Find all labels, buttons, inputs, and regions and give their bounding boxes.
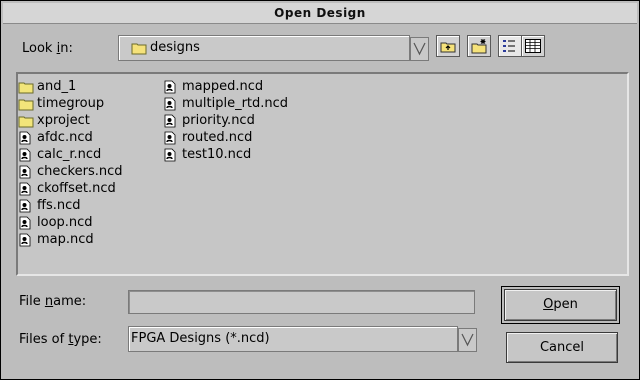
details-view-icon (525, 39, 541, 53)
chevron-down-icon (413, 42, 426, 56)
new-folder-icon (471, 39, 487, 54)
list-view-button[interactable] (498, 35, 522, 57)
open-label: pen (553, 297, 578, 312)
list-view-icon (503, 40, 515, 52)
design-file-icon (18, 165, 34, 179)
file-item-label: mapped.ncd (182, 79, 264, 94)
look-in-label: Look in: (22, 41, 73, 56)
folder-icon (18, 80, 34, 94)
file-item-label: test10.ncd (182, 147, 252, 162)
file-list-column-1: and_1 timegroup xproject afdc.ncd calc_r.ncd… (18, 78, 122, 248)
up-one-level-icon (440, 42, 456, 53)
open-mnemonic: O (543, 297, 554, 312)
file-item[interactable]: mapped.ncd (163, 78, 288, 95)
file-item[interactable]: afdc.ncd (18, 129, 122, 146)
file-type-value: FPGA Designs (*.ncd) (131, 331, 270, 346)
file-item[interactable]: routed.ncd (163, 129, 288, 146)
file-name-label-part: ame: (53, 294, 87, 309)
open-button[interactable]: Open (501, 286, 620, 324)
chevron-down-icon (461, 333, 474, 347)
file-item-label: ckoffset.ncd (37, 181, 116, 196)
file-item-label: and_1 (37, 79, 77, 94)
file-item-label: afdc.ncd (37, 130, 93, 145)
design-file-icon (18, 233, 34, 247)
file-item-label: multiple_rtd.ncd (182, 96, 289, 111)
file-type-label-part: ype: (73, 332, 102, 347)
file-list-column-2: mapped.ncd multiple_rtd.ncd priority.ncd ro… (163, 78, 288, 163)
folder-item[interactable]: xproject (18, 112, 122, 129)
design-file-icon (163, 97, 179, 111)
file-item[interactable]: map.ncd (18, 231, 122, 248)
look-in-label-part: Look (22, 41, 57, 56)
file-item-label: timegroup (37, 96, 105, 111)
file-list[interactable]: and_1 timegroup xproject afdc.ncd calc_r.ncd… (16, 72, 629, 276)
design-file-icon (163, 148, 179, 162)
design-file-icon (18, 182, 34, 196)
look-in-label-part: n: (60, 41, 73, 56)
file-type-label: Files of type: (19, 332, 102, 347)
file-name-input[interactable] (128, 290, 475, 314)
design-file-icon (18, 131, 34, 145)
file-item-label: routed.ncd (182, 130, 253, 145)
folder-icon (131, 41, 147, 59)
file-type-dropdown-button[interactable] (458, 328, 477, 352)
file-item[interactable]: ckoffset.ncd (18, 180, 122, 197)
folder-item[interactable]: and_1 (18, 78, 122, 95)
look-in-combo[interactable]: designs (118, 35, 410, 61)
file-item-label: map.ncd (37, 232, 94, 247)
look-in-dropdown-button[interactable] (410, 37, 429, 61)
look-in-value: designs (150, 40, 200, 55)
details-view-button[interactable] (521, 35, 545, 57)
folder-icon (18, 97, 34, 111)
file-item-label: checkers.ncd (37, 164, 123, 179)
file-item[interactable]: checkers.ncd (18, 163, 122, 180)
design-file-icon (163, 114, 179, 128)
file-item-label: priority.ncd (182, 113, 255, 128)
design-file-icon (163, 131, 179, 145)
file-name-label: File name: (19, 294, 86, 309)
file-item[interactable]: test10.ncd (163, 146, 288, 163)
design-file-icon (163, 80, 179, 94)
folder-icon (18, 114, 34, 128)
dialog-title: Open Design (274, 6, 366, 20)
file-item-label: xproject (37, 113, 90, 128)
design-file-icon (18, 216, 34, 230)
file-item[interactable]: priority.ncd (163, 112, 288, 129)
open-design-dialog: Open Design Look in: designs and_1timegr… (0, 0, 640, 380)
file-item[interactable]: loop.ncd (18, 214, 122, 231)
file-type-label-part: Files of (19, 332, 69, 347)
file-name-mnemonic: n (44, 294, 54, 309)
design-file-icon (18, 148, 34, 162)
title-bar[interactable]: Open Design (3, 3, 637, 24)
cancel-button[interactable]: Cancel (506, 332, 618, 363)
file-item-label: ffs.ncd (37, 198, 81, 213)
file-item[interactable]: multiple_rtd.ncd (163, 95, 288, 112)
file-item[interactable]: calc_r.ncd (18, 146, 122, 163)
file-name-label-part: File (19, 294, 45, 309)
up-one-level-button[interactable] (436, 35, 460, 57)
new-folder-button[interactable] (467, 35, 491, 57)
file-item-label: calc_r.ncd (37, 147, 102, 162)
file-item[interactable]: ffs.ncd (18, 197, 122, 214)
folder-item[interactable]: timegroup (18, 95, 122, 112)
file-item-label: loop.ncd (37, 215, 93, 230)
design-file-icon (18, 199, 34, 213)
file-type-combo[interactable]: FPGA Designs (*.ncd) (128, 326, 458, 352)
